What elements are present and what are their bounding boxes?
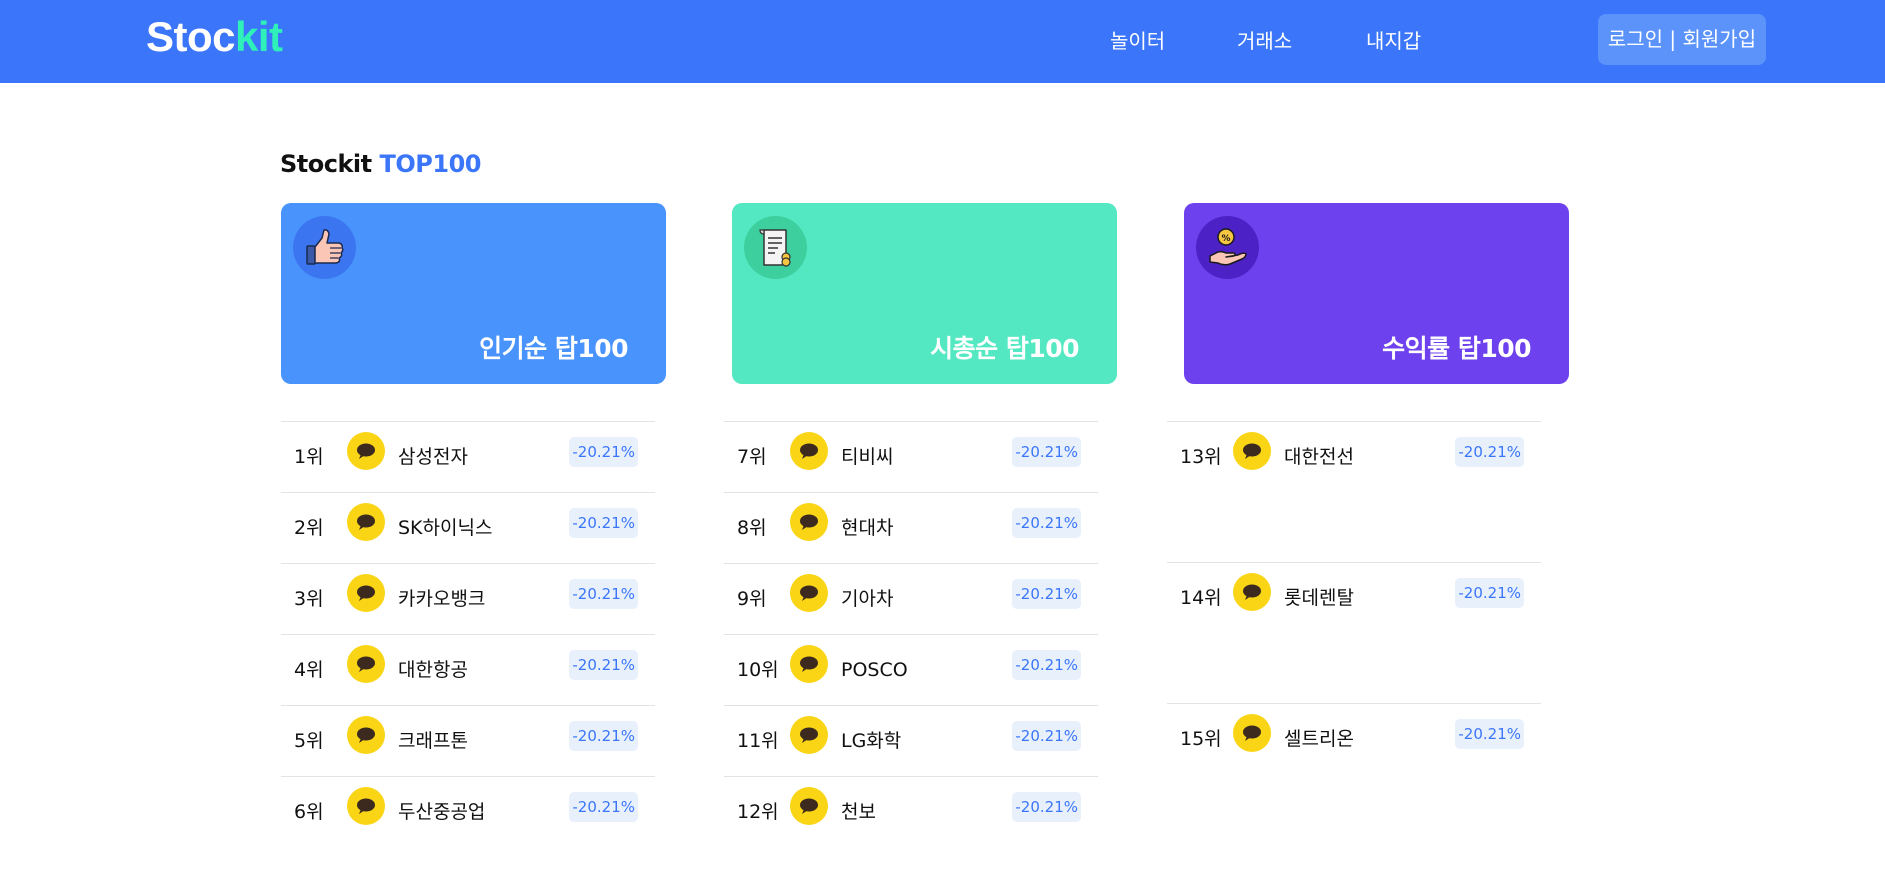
thumbs-up-icon	[293, 216, 356, 279]
chat-bubble-icon	[790, 716, 828, 754]
section-title-brand: Stockit	[280, 150, 372, 178]
ranking-row[interactable]: 5위 크래프톤 -20.21%	[281, 705, 655, 776]
change-rate-badge: -20.21%	[569, 508, 638, 538]
change-rate-badge: -20.21%	[1455, 719, 1524, 749]
change-rate-badge: -20.21%	[1012, 579, 1081, 609]
section-title: Stockit TOP100	[280, 148, 481, 180]
svg-text:%: %	[1221, 234, 1230, 244]
ranking-row[interactable]: 12위 천보 -20.21%	[724, 776, 1098, 847]
rank-number: 11위	[737, 730, 779, 752]
ranking-row[interactable]: 2위 SK하이닉스 -20.21%	[281, 492, 655, 563]
nav-exchange[interactable]: 거래소	[1237, 26, 1292, 56]
ranking-row[interactable]: 4위 대한항공 -20.21%	[281, 634, 655, 705]
chat-bubble-icon	[1233, 573, 1271, 611]
card-marketcap-top100[interactable]: 시총순 탑100	[732, 203, 1117, 384]
rank-number: 7위	[737, 446, 767, 468]
change-rate-badge: -20.21%	[1455, 578, 1524, 608]
change-rate-badge: -20.21%	[1012, 650, 1081, 680]
change-rate-badge: -20.21%	[569, 579, 638, 609]
card-popular-label: 인기순 탑100	[479, 334, 628, 363]
stock-name: 대한전선	[1284, 446, 1354, 468]
ranking-list-popular: 1위 삼성전자 -20.21% 2위 SK하이닉스 -20.21% 3위 카카오…	[281, 421, 655, 847]
stock-name: SK하이닉스	[398, 517, 493, 539]
chat-bubble-icon	[347, 574, 385, 612]
chat-bubble-icon	[790, 574, 828, 612]
rank-number: 14위	[1180, 587, 1222, 609]
rank-number: 1위	[294, 446, 324, 468]
receipt-icon	[744, 216, 807, 279]
chat-bubble-icon	[790, 645, 828, 683]
change-rate-badge: -20.21%	[569, 650, 638, 680]
change-rate-badge: -20.21%	[1455, 437, 1524, 467]
ranking-row[interactable]: 1위 삼성전자 -20.21%	[281, 421, 655, 492]
ranking-row[interactable]: 14위 롯데렌탈 -20.21%	[1167, 562, 1541, 703]
ranking-row[interactable]: 15위 셀트리온 -20.21%	[1167, 703, 1541, 774]
rank-number: 4위	[294, 659, 324, 681]
rank-number: 6위	[294, 801, 324, 823]
logo-text-main: Stoc	[146, 13, 236, 60]
rank-number: 3위	[294, 588, 324, 610]
nav-my-wallet[interactable]: 내지갑	[1366, 26, 1421, 56]
chat-bubble-icon	[790, 503, 828, 541]
stock-name: 티비씨	[841, 446, 894, 468]
change-rate-badge: -20.21%	[569, 437, 638, 467]
chat-bubble-icon	[347, 716, 385, 754]
section-title-top100: TOP100	[379, 150, 482, 178]
stock-name: 크래프톤	[398, 730, 468, 752]
card-marketcap-label: 시총순 탑100	[930, 334, 1079, 363]
card-return-label: 수익률 탑100	[1382, 334, 1531, 363]
logo[interactable]: Stockit	[146, 12, 283, 62]
stock-name: 기아차	[841, 588, 894, 610]
card-popular-top100[interactable]: 인기순 탑100	[281, 203, 666, 384]
chat-bubble-icon	[347, 503, 385, 541]
ranking-list-marketcap: 7위 티비씨 -20.21% 8위 현대차 -20.21% 9위 기아차 -20…	[724, 421, 1098, 847]
stock-name: 셀트리온	[1284, 728, 1354, 750]
ranking-row[interactable]: 8위 현대차 -20.21%	[724, 492, 1098, 563]
change-rate-badge: -20.21%	[569, 792, 638, 822]
chat-bubble-icon	[347, 787, 385, 825]
stock-name: 롯데렌탈	[1284, 587, 1354, 609]
ranking-row[interactable]: 6위 두산중공업 -20.21%	[281, 776, 655, 847]
ranking-list-return: 13위 대한전선 -20.21% 14위 롯데렌탈 -20.21% 15위 셀트…	[1167, 421, 1541, 774]
stock-name: 삼성전자	[398, 446, 468, 468]
stock-name: 천보	[841, 801, 876, 823]
stock-name: 카카오뱅크	[398, 588, 486, 610]
rank-number: 12위	[737, 801, 779, 823]
change-rate-badge: -20.21%	[1012, 792, 1081, 822]
card-return-top100[interactable]: % 수익률 탑100	[1184, 203, 1569, 384]
change-rate-badge: -20.21%	[1012, 721, 1081, 751]
stock-name: 대한항공	[398, 659, 468, 681]
nav-playground[interactable]: 놀이터	[1110, 26, 1165, 56]
stock-name: 현대차	[841, 517, 894, 539]
stock-name: 두산중공업	[398, 801, 486, 823]
stock-name: LG화학	[841, 730, 902, 752]
ranking-row[interactable]: 3위 카카오뱅크 -20.21%	[281, 563, 655, 634]
rank-number: 9위	[737, 588, 767, 610]
chat-bubble-icon	[347, 645, 385, 683]
ranking-row[interactable]: 7위 티비씨 -20.21%	[724, 421, 1098, 492]
rank-number: 2위	[294, 517, 324, 539]
change-rate-badge: -20.21%	[1012, 508, 1081, 538]
ranking-row[interactable]: 13위 대한전선 -20.21%	[1167, 421, 1541, 562]
chat-bubble-icon	[1233, 714, 1271, 752]
rank-number: 13위	[1180, 446, 1222, 468]
rank-number: 15위	[1180, 728, 1222, 750]
coin-hand-icon: %	[1196, 216, 1259, 279]
chat-bubble-icon	[347, 432, 385, 470]
rank-number: 5위	[294, 730, 324, 752]
top-navbar: Stockit 놀이터 거래소 내지갑 로그인 | 회원가입	[0, 0, 1885, 83]
ranking-row[interactable]: 10위 POSCO -20.21%	[724, 634, 1098, 705]
change-rate-badge: -20.21%	[569, 721, 638, 751]
stock-name: POSCO	[841, 659, 908, 681]
rank-number: 10위	[737, 659, 779, 681]
ranking-row[interactable]: 9위 기아차 -20.21%	[724, 563, 1098, 634]
login-signup-button[interactable]: 로그인 | 회원가입	[1598, 14, 1766, 65]
chat-bubble-icon	[1233, 432, 1271, 470]
ranking-row[interactable]: 11위 LG화학 -20.21%	[724, 705, 1098, 776]
change-rate-badge: -20.21%	[1012, 437, 1081, 467]
logo-text-accent: kit	[235, 13, 283, 60]
chat-bubble-icon	[790, 432, 828, 470]
rank-number: 8위	[737, 517, 767, 539]
chat-bubble-icon	[790, 787, 828, 825]
